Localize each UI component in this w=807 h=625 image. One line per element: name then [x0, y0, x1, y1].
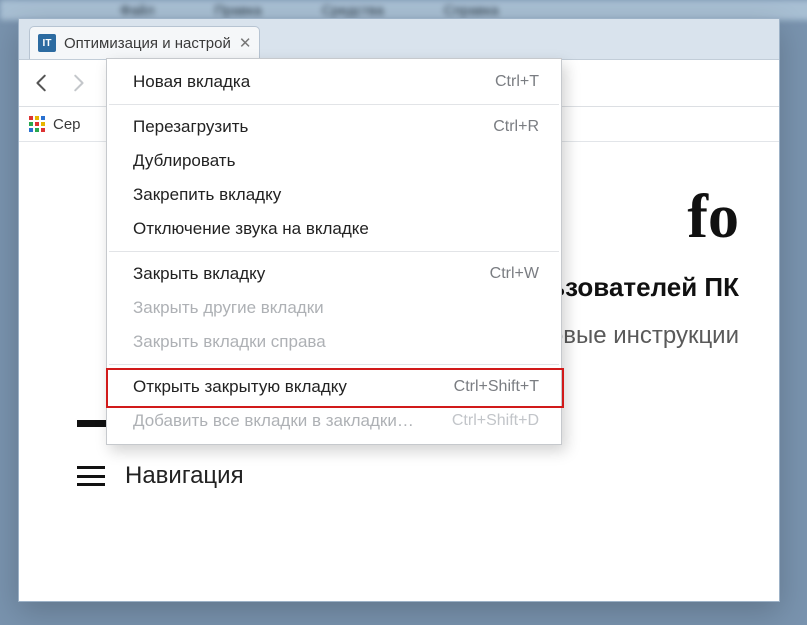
bookmark-apps-label[interactable]: Сер	[53, 116, 81, 133]
context-menu-separator	[109, 251, 559, 252]
context-menu-separator	[109, 104, 559, 105]
site-logo-fragment: fo	[687, 182, 739, 253]
context-menu-item-shortcut: Ctrl+Shift+T	[454, 378, 539, 396]
context-menu-item-label: Перезагрузить	[133, 117, 248, 137]
context-menu-separator	[109, 364, 559, 365]
context-menu-item: Добавить все вкладки в закладки… Ctrl+Shi…	[107, 404, 561, 438]
context-menu-item[interactable]: Новая вкладка Ctrl+T	[107, 65, 561, 99]
context-menu-item-shortcut: Ctrl+W	[490, 265, 539, 283]
context-menu-item-label: Отключение звука на вкладке	[133, 219, 369, 239]
context-menu-item-label: Закрыть вкладки справа	[133, 332, 326, 352]
site-tagline-fragment: ьзователей ПК	[549, 272, 739, 303]
back-button[interactable]	[31, 72, 53, 94]
context-menu-item[interactable]: Перезагрузить Ctrl+R	[107, 110, 561, 144]
tab-favicon: IT	[38, 34, 56, 52]
apps-grid-icon[interactable]	[29, 116, 45, 132]
context-menu-item-shortcut: Ctrl+T	[495, 73, 539, 91]
tab-title: Оптимизация и настрой	[64, 35, 231, 52]
nav-label: Навигация	[125, 462, 244, 490]
forward-button[interactable]	[67, 72, 89, 94]
context-menu-item-label: Закрыть вкладку	[133, 264, 265, 284]
context-menu-item: Закрыть другие вкладки	[107, 291, 561, 325]
context-menu-item[interactable]: Закрепить вкладку	[107, 178, 561, 212]
context-menu-item-label: Закрепить вкладку	[133, 185, 281, 205]
tab-strip: IT Оптимизация и настрой ✕	[19, 19, 779, 60]
hamburger-icon[interactable]	[77, 466, 105, 486]
context-menu-item: Закрыть вкладки справа	[107, 325, 561, 359]
tab-context-menu: Новая вкладка Ctrl+T Перезагрузить Ctrl+R Ду…	[106, 58, 562, 445]
context-menu-item-label: Новая вкладка	[133, 72, 250, 92]
context-menu-item-shortcut: Ctrl+Shift+D	[452, 412, 539, 430]
browser-tab[interactable]: IT Оптимизация и настрой ✕	[29, 26, 260, 59]
context-menu-item[interactable]: Отключение звука на вкладке	[107, 212, 561, 246]
context-menu-item-label: Закрыть другие вкладки	[133, 298, 324, 318]
context-menu-item[interactable]: Открыть закрытую вкладку Ctrl+Shift+T	[107, 370, 561, 404]
background-os-menubar: Файл Правка Средства Справка	[0, 0, 807, 20]
context-menu-item[interactable]: Дублировать	[107, 144, 561, 178]
site-subtitle-fragment: овые инструкции	[550, 322, 739, 350]
context-menu-item-shortcut: Ctrl+R	[493, 118, 539, 136]
context-menu-item-label: Открыть закрытую вкладку	[133, 377, 347, 397]
tab-close-icon[interactable]: ✕	[239, 34, 252, 52]
context-menu-item[interactable]: Закрыть вкладку Ctrl+W	[107, 257, 561, 291]
page-nav-row[interactable]: Навигация	[77, 462, 244, 490]
context-menu-item-label: Добавить все вкладки в закладки…	[133, 411, 414, 431]
context-menu-item-label: Дублировать	[133, 151, 235, 171]
